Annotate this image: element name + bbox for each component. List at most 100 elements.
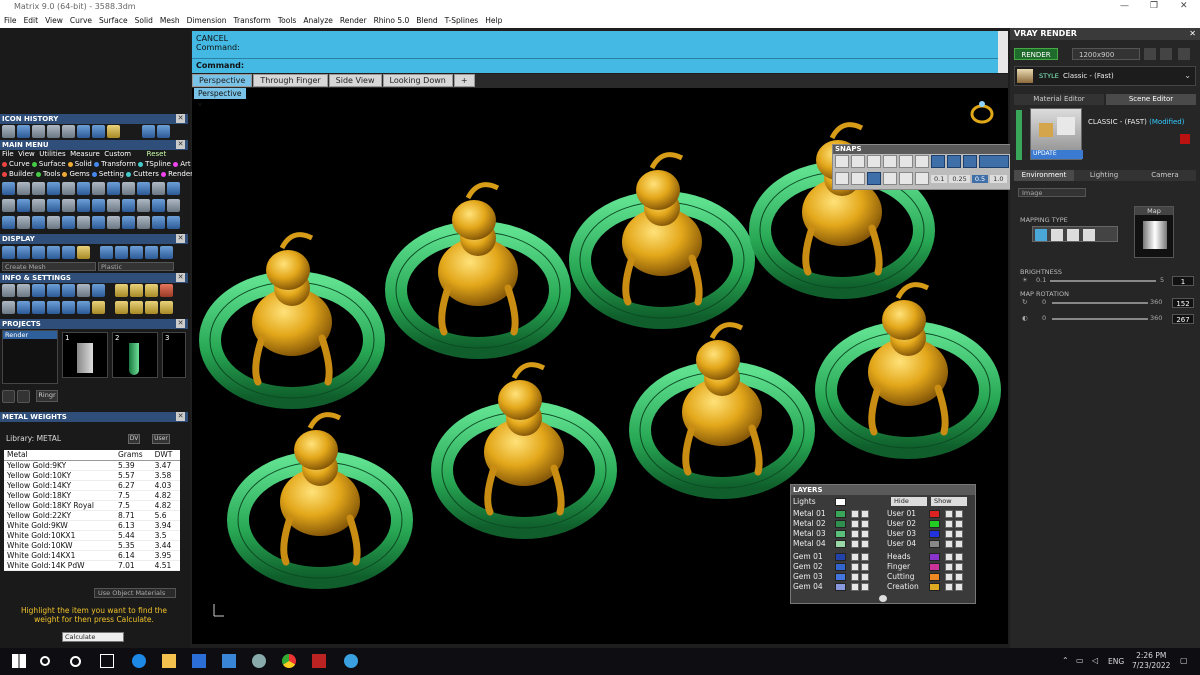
browser-icon[interactable] xyxy=(344,654,358,668)
menu-view[interactable]: View xyxy=(41,14,66,25)
tab-scene-editor[interactable]: Scene Editor xyxy=(1106,94,1196,105)
settings-icon[interactable] xyxy=(92,284,105,297)
layer-user-02[interactable]: User 02 xyxy=(885,519,975,529)
settings-icon[interactable] xyxy=(47,301,60,314)
render-option-icon[interactable] xyxy=(1178,48,1190,60)
sphere-icon[interactable] xyxy=(32,246,45,259)
ring-model[interactable] xyxy=(238,415,402,578)
up-icon[interactable] xyxy=(17,390,30,403)
print-icon[interactable] xyxy=(32,125,45,138)
command-input[interactable]: Command: xyxy=(192,58,998,72)
table-row[interactable]: Yellow Gold:14KY 6.27 4.03 xyxy=(4,480,180,491)
reset-icon[interactable] xyxy=(1180,134,1190,144)
snap-cross-icon[interactable] xyxy=(867,155,881,168)
menu-curve[interactable]: Curve xyxy=(66,14,95,25)
snap-point-icon[interactable] xyxy=(883,155,897,168)
menu-surface[interactable]: Surface xyxy=(95,14,131,25)
layer-user-01[interactable]: User 01 xyxy=(885,509,975,519)
back-arrow-icon[interactable] xyxy=(142,125,155,138)
material-icon[interactable] xyxy=(115,246,128,259)
tool-icon[interactable] xyxy=(152,182,165,195)
minimize-button[interactable]: — xyxy=(1120,1,1129,11)
network-icon[interactable]: ▭ xyxy=(1076,656,1084,665)
snap-plane-icon[interactable] xyxy=(851,172,865,185)
tool-icon[interactable] xyxy=(167,199,180,212)
mm-art[interactable]: Art xyxy=(180,160,190,168)
tool-icon[interactable] xyxy=(47,216,60,229)
mm-utilities[interactable]: Utilities xyxy=(39,150,65,158)
project-list[interactable]: Render xyxy=(2,330,58,384)
settings-icon[interactable] xyxy=(32,284,45,297)
cortana-icon[interactable] xyxy=(70,656,81,667)
tray-chevron-icon[interactable]: ⌃ xyxy=(1062,656,1069,665)
settings-icon[interactable] xyxy=(115,284,128,297)
mm-gems[interactable]: Gems xyxy=(69,170,89,178)
tool-icon[interactable] xyxy=(122,199,135,212)
tool-icon[interactable] xyxy=(92,216,105,229)
layer-lights[interactable]: Lights xyxy=(791,497,881,507)
mm-file[interactable]: File xyxy=(2,150,14,158)
chrome-icon[interactable] xyxy=(282,654,296,668)
edge-icon[interactable] xyxy=(132,654,146,668)
map-preview[interactable]: Map xyxy=(1134,206,1174,258)
menu-mesh[interactable]: Mesh xyxy=(156,14,183,25)
style-selector[interactable]: STYLE Classic - (Fast) ⌄ xyxy=(1014,66,1196,86)
collapse-icon[interactable] xyxy=(879,595,887,602)
close-icon[interactable]: ✕ xyxy=(1189,28,1196,40)
layer-cutting[interactable]: Cutting xyxy=(885,572,975,582)
expand-tab[interactable] xyxy=(1016,110,1022,160)
mm-tools[interactable]: Tools xyxy=(43,170,60,178)
tool-icon[interactable] xyxy=(152,199,165,212)
snap-center-icon[interactable] xyxy=(931,155,945,168)
menu-tsplines[interactable]: T-Splines xyxy=(441,14,482,25)
task-view-icon[interactable] xyxy=(100,654,114,668)
menu-blend[interactable]: Blend xyxy=(412,14,440,25)
tool-icon[interactable] xyxy=(47,182,60,195)
settings-icon[interactable] xyxy=(92,301,105,314)
mm-render[interactable]: Render xyxy=(168,170,193,178)
layer-metal-02[interactable]: Metal 02 xyxy=(791,519,881,529)
settings-icon[interactable] xyxy=(77,301,90,314)
table-row[interactable]: Yellow Gold:18KY 7.5 4.82 xyxy=(4,490,180,501)
tab-material-editor[interactable]: Material Editor xyxy=(1014,94,1104,105)
sphere-icon[interactable] xyxy=(47,246,60,259)
add-tab-button[interactable]: + xyxy=(453,74,475,87)
tool-icon[interactable] xyxy=(47,199,60,212)
language-indicator[interactable]: ENG xyxy=(1108,657,1124,666)
tool-icon[interactable] xyxy=(17,182,30,195)
mapping-sphere-icon[interactable] xyxy=(1083,229,1095,241)
tool-icon[interactable] xyxy=(92,182,105,195)
tool-icon[interactable] xyxy=(137,216,150,229)
windows-start-icon[interactable] xyxy=(12,654,26,668)
reset-button[interactable]: Reset xyxy=(147,150,167,158)
brightness-slider[interactable]: ☀ 0.1 5 1 xyxy=(1020,276,1196,286)
settings-icon[interactable] xyxy=(2,284,15,297)
mm-custom[interactable]: Custom xyxy=(104,150,131,158)
use-object-materials-dropdown[interactable]: Use Object Materials xyxy=(94,588,176,598)
close-icon[interactable]: ✕ xyxy=(176,412,185,421)
file-explorer-icon[interactable] xyxy=(162,654,176,668)
layer-creation[interactable]: Creation xyxy=(885,582,975,592)
layer-gem-02[interactable]: Gem 02 xyxy=(791,562,881,572)
tool-icon[interactable] xyxy=(62,199,75,212)
close-icon[interactable]: ✕ xyxy=(176,140,185,149)
layer-metal-01[interactable]: Metal 01 xyxy=(791,509,881,519)
mm-curve[interactable]: Curve xyxy=(9,160,30,168)
material-icon[interactable] xyxy=(145,246,158,259)
snap-lines-icon[interactable] xyxy=(883,172,897,185)
table-row[interactable]: White Gold:14K PdW 7.01 4.51 xyxy=(4,560,180,571)
menu-analyze[interactable]: Analyze xyxy=(299,14,336,25)
mapping-flat-icon[interactable] xyxy=(1035,229,1047,241)
mm-tspline[interactable]: TSpline xyxy=(145,160,171,168)
mm-builder[interactable]: Builder xyxy=(9,170,34,178)
tool-icon[interactable] xyxy=(2,182,15,195)
search-icon[interactable] xyxy=(40,656,50,666)
app-icon[interactable] xyxy=(252,654,266,668)
tool-icon[interactable] xyxy=(32,199,45,212)
tool-icon[interactable] xyxy=(32,182,45,195)
settings-icon[interactable] xyxy=(160,301,173,314)
menu-render[interactable]: Render xyxy=(336,14,370,25)
tool-icon[interactable] xyxy=(137,182,150,195)
mm-setting[interactable]: Setting xyxy=(99,170,124,178)
ring-button[interactable]: Ringr xyxy=(36,390,58,402)
